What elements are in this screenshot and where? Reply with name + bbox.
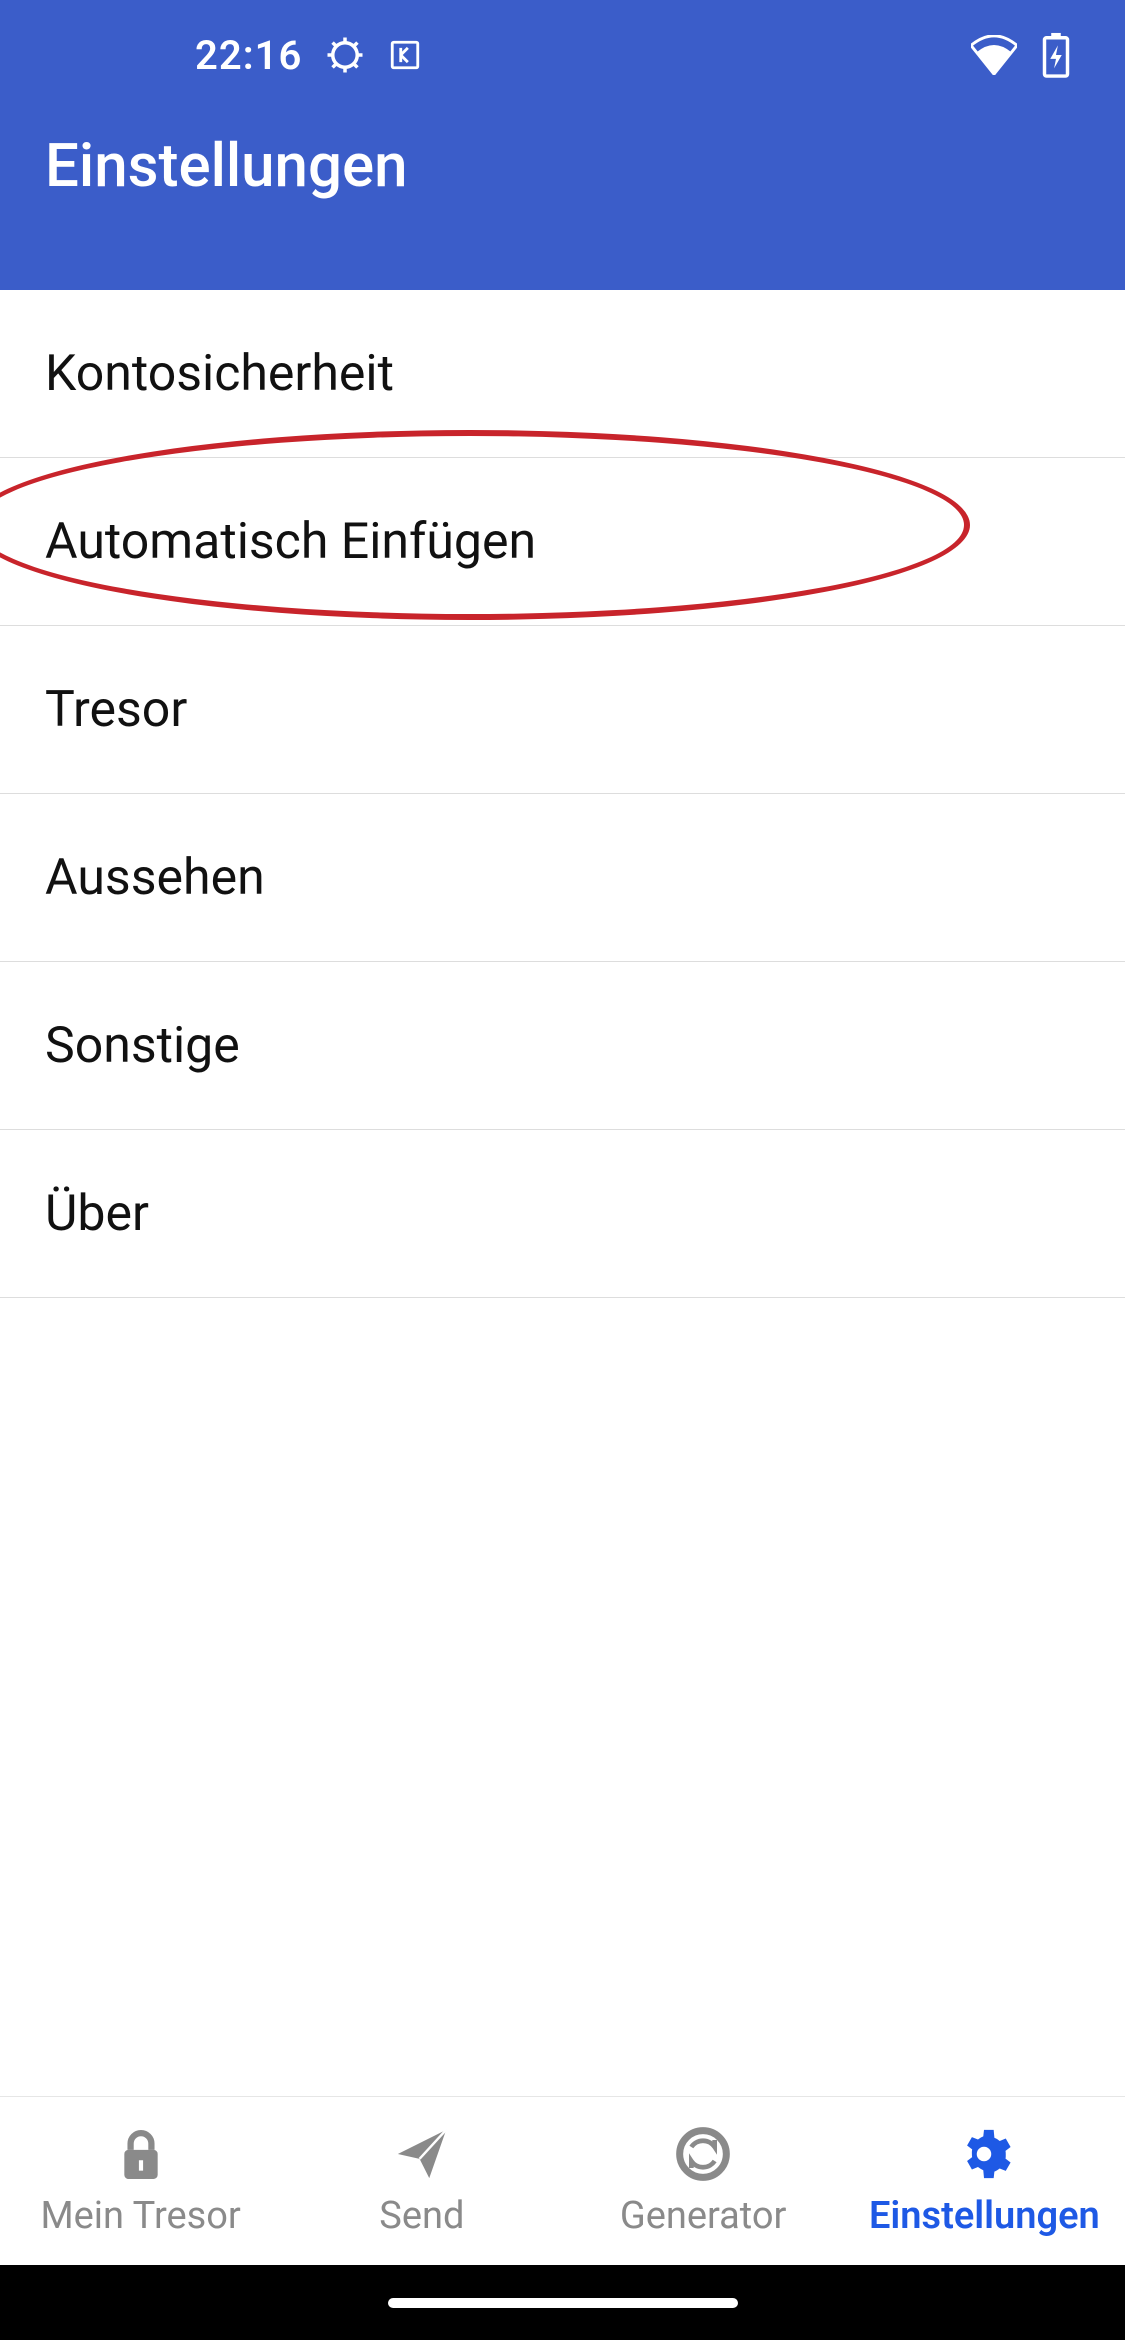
nav-send[interactable]: Send <box>281 2097 562 2265</box>
os-home-handle[interactable] <box>388 2298 738 2308</box>
settings-item-other[interactable]: Sonstige <box>0 962 1125 1130</box>
wifi-icon <box>971 35 1017 75</box>
list-item-label: Kontosicherheit <box>45 345 394 403</box>
sync-icon <box>675 2124 731 2184</box>
nav-vault[interactable]: Mein Tresor <box>0 2097 281 2265</box>
status-left: 22:16 <box>195 32 422 79</box>
nav-label: Einstellungen <box>869 2194 1100 2238</box>
settings-list: Kontosicherheit Automatisch Einfügen Tre… <box>0 290 1125 2096</box>
settings-item-account-security[interactable]: Kontosicherheit <box>0 290 1125 458</box>
status-bar: 22:16 <box>0 0 1125 110</box>
page-title: Einstellungen <box>0 110 1125 201</box>
settings-item-appearance[interactable]: Aussehen <box>0 794 1125 962</box>
list-item-label: Sonstige <box>45 1017 240 1075</box>
battery-charging-icon <box>1042 32 1070 78</box>
list-item-label: Tresor <box>45 681 187 739</box>
lock-icon <box>116 2124 166 2184</box>
nav-label: Generator <box>620 2194 787 2238</box>
nav-generator[interactable]: Generator <box>563 2097 844 2265</box>
settings-item-vault[interactable]: Tresor <box>0 626 1125 794</box>
nav-label: Mein Tresor <box>40 2194 240 2238</box>
app-header: 22:16 <box>0 0 1125 290</box>
list-item-label: Über <box>45 1185 149 1243</box>
status-right <box>971 32 1070 78</box>
gear-icon <box>955 2124 1013 2184</box>
app-screen: 22:16 <box>0 0 1125 2340</box>
settings-item-about[interactable]: Über <box>0 1130 1125 1298</box>
keyboard-k-icon <box>388 38 422 72</box>
nav-settings[interactable]: Einstellungen <box>844 2097 1125 2265</box>
settings-item-autofill[interactable]: Automatisch Einfügen <box>0 458 1125 626</box>
settings-gear-icon <box>324 34 366 76</box>
bottom-nav: Mein Tresor Send Generator <box>0 2096 1125 2265</box>
paper-plane-icon <box>393 2124 451 2184</box>
status-time: 22:16 <box>195 32 302 79</box>
os-navigation-bar <box>0 2265 1125 2340</box>
list-item-label: Automatisch Einfügen <box>45 513 536 571</box>
list-item-label: Aussehen <box>45 849 265 907</box>
nav-label: Send <box>379 2194 464 2238</box>
